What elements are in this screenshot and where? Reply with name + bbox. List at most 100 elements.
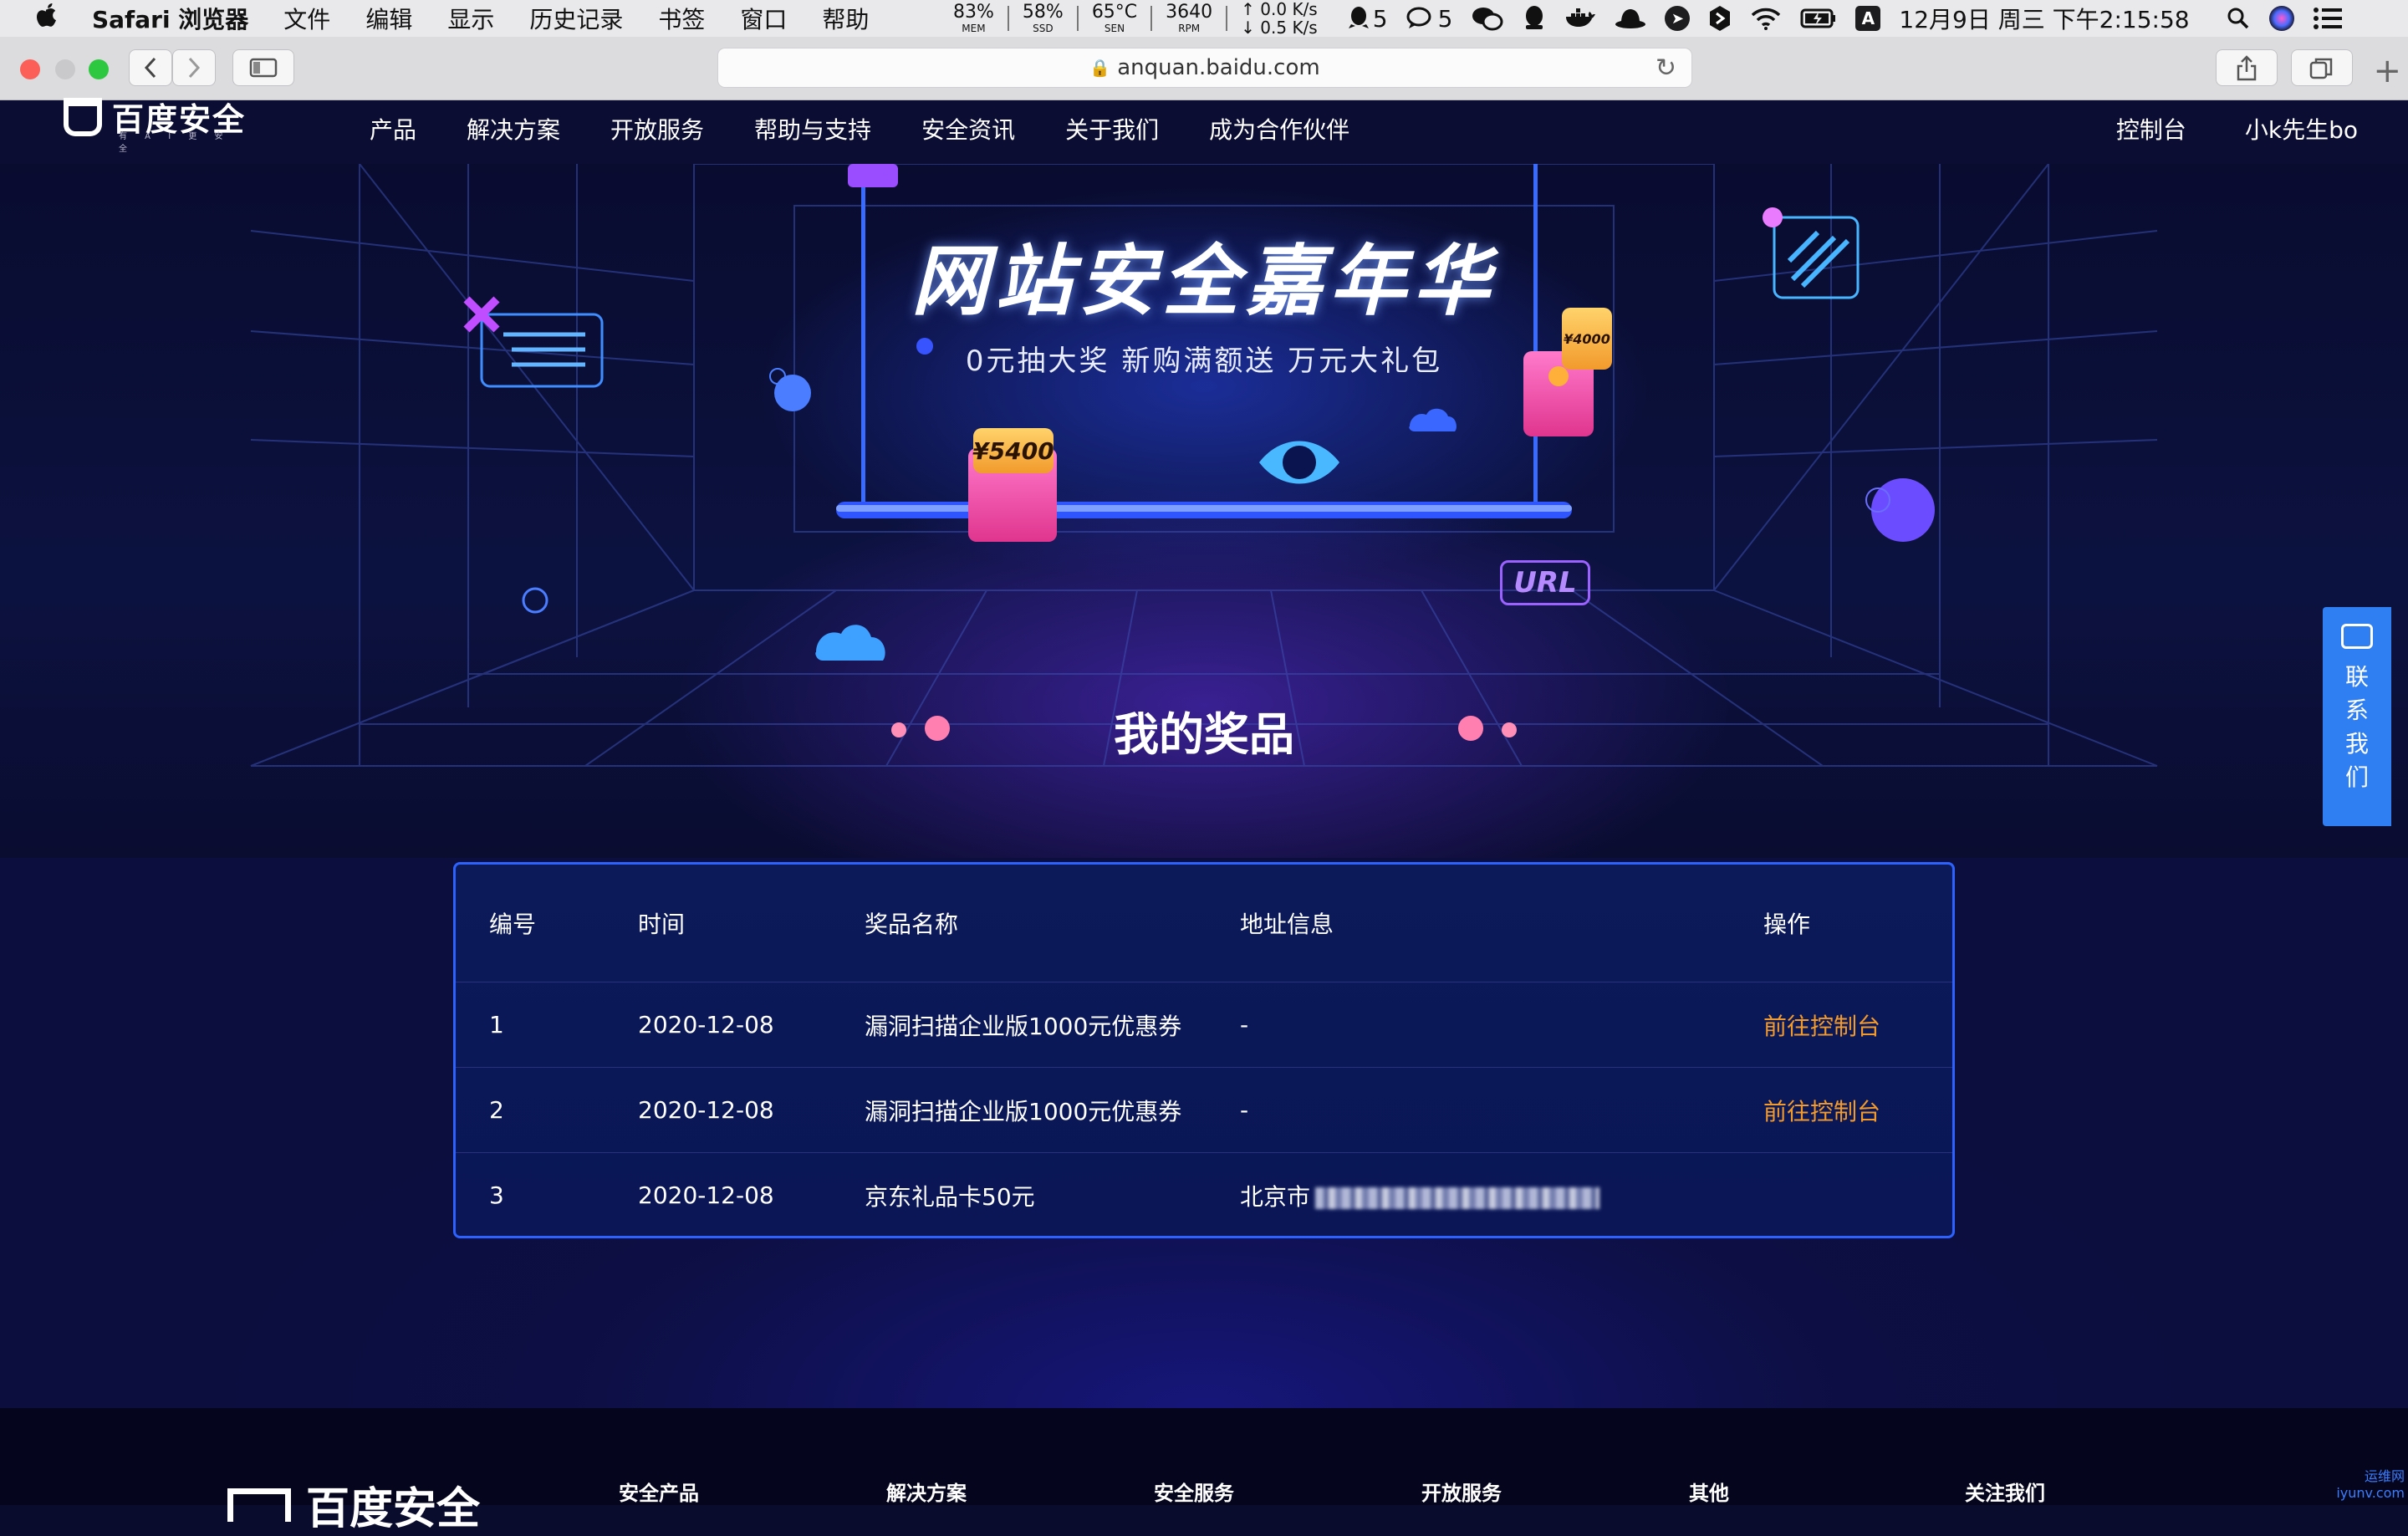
docker-icon[interactable] [1564,7,1596,30]
cell-id: 1 [489,1011,504,1038]
footer-col-follow-us[interactable]: 关注我们 [1965,1477,2045,1506]
cell-prize-name: 漏洞扫描企业版1000元优惠券 [865,1012,1182,1040]
contact-us-label: 联系我们 [2344,663,2369,791]
footer-col-open-services[interactable]: 开放服务 [1421,1477,1502,1506]
tabs-overview-button[interactable] [2291,49,2353,86]
network-speed: ↑ 0.0 K/s ↓ 0.5 K/s [1241,0,1318,37]
contact-us-button[interactable]: 联系我们 [2323,607,2391,826]
status-area: 83% MEM 58% SSD 65°C SEN 3640 RPM ↑ 0.0 K/s … [953,0,2360,37]
reload-icon[interactable]: ↻ [1656,54,1676,83]
chat-bubble-icon[interactable]: 5 [1406,5,1452,33]
nav-security-news[interactable]: 安全资讯 [921,112,1015,145]
back-button[interactable] [129,49,172,86]
hat-icon[interactable] [1615,8,1646,29]
logo-slogan: 有 A I 更 安 全 [119,132,231,154]
nav-open-services[interactable]: 开放服务 [610,112,704,145]
minimize-window-button[interactable] [55,59,75,79]
wechat-icon[interactable] [1471,5,1504,32]
message-icon [2341,624,2373,649]
cell-time: 2020-12-08 [638,1096,774,1124]
user-name[interactable]: 小k先生bo [2245,112,2358,145]
nav-console[interactable]: 控制台 [2116,112,2186,145]
qq-icon[interactable]: 5 [1348,5,1388,33]
zoom-window-button[interactable] [89,59,109,79]
menu-edit[interactable]: 编辑 [365,2,412,35]
cell-id: 2 [489,1096,504,1124]
forward-button[interactable] [172,49,216,86]
coupon-5400: ¥5400 [972,428,1054,473]
col-header-prize-name: 奖品名称 [865,911,959,938]
lock-icon: 🔒 [1089,58,1111,78]
cell-prize-name: 京东礼品卡50元 [865,1182,1035,1211]
url-text: anquan.baidu.com [1117,55,1320,80]
notification-center-icon[interactable] [2313,8,2342,29]
cell-time: 2020-12-08 [638,1181,774,1209]
shield-tool-icon[interactable] [1708,5,1732,32]
divider [1076,6,1079,31]
redacted-address [1315,1186,1600,1209]
new-tab-icon[interactable]: + [2373,52,2401,90]
ssd-stat: 58% SSD [1022,2,1064,34]
site-footer: 百度安全 安全产品 解决方案 安全服务 开放服务 其他 关注我们 运维网 iyu… [0,1408,2408,1534]
net-upload: ↑ 0.0 K/s [1241,0,1318,19]
footer-col-products[interactable]: 安全产品 [619,1477,699,1506]
tabs-icon [2309,58,2333,79]
footer-col-services[interactable]: 安全服务 [1154,1477,1234,1506]
menu-view[interactable]: 显示 [447,2,494,35]
menu-app-name[interactable]: Safari 浏览器 [92,2,248,35]
menu-window[interactable]: 窗口 [740,2,787,35]
baidu-security-logo[interactable]: 百度安全 有 A I 更 安 全 [64,94,246,154]
table-row: 1 2020-12-08 漏洞扫描企业版1000元优惠券 - 前往控制台 [456,982,1952,1067]
my-prizes-title: 我的奖品 [1114,708,1294,761]
site-header: 百度安全 有 A I 更 安 全 产品 解决方案 开放服务 帮助与支持 安全资讯… [0,97,2408,164]
go-to-console-link[interactable]: 前往控制台 [1763,1008,1880,1042]
spotlight-search-icon[interactable] [2227,7,2250,30]
footer-col-solutions[interactable]: 解决方案 [886,1477,967,1506]
qq-count: 5 [1372,4,1388,33]
chevron-left-icon [144,57,156,79]
menu-file[interactable]: 文件 [283,2,330,35]
main-nav: 产品 解决方案 开放服务 帮助与支持 安全资讯 关于我们 成为合作伙伴 [370,112,1400,145]
menu-bookmarks[interactable]: 书签 [658,2,705,35]
cell-address: - [1240,1011,1249,1038]
envelope-seal [1548,366,1569,386]
nav-help-support[interactable]: 帮助与支持 [754,112,871,145]
chevron-right-icon [188,57,201,79]
battery-icon[interactable] [1800,8,1837,28]
cell-id: 3 [489,1181,504,1209]
user-nav: 控制台 小k先生bo [2058,112,2358,145]
url-tag: URL [1500,560,1590,605]
browser-toolbar: 🔒 anquan.baidu.com ↻ + [0,37,2408,100]
hero-banner: 网站安全嘉年华 0元抽大奖 新购满额送 万元大礼包 ¥5400 ¥4000 UR… [0,164,2408,858]
go-to-console-link[interactable]: 前往控制台 [1763,1094,1880,1127]
send-icon[interactable]: ➤ [1665,6,1691,31]
nav-about-us[interactable]: 关于我们 [1065,112,1159,145]
sidebar-toggle-button[interactable] [232,49,294,86]
menu-history[interactable]: 历史记录 [529,2,623,35]
clock[interactable]: 12月9日 周三 下午2:15:58 [1899,2,2189,35]
table-row: 3 2020-12-08 京东礼品卡50元 北京市 [456,1152,1952,1237]
share-button[interactable] [2216,49,2278,86]
watermark-bottom: iyunv.com [2336,1485,2405,1501]
macos-menu-bar: Safari 浏览器 文件 编辑 显示 历史记录 书签 窗口 帮助 83% MEM… [0,0,2408,37]
wifi-icon[interactable] [1750,6,1782,31]
table-header-row: 编号 时间 奖品名称 地址信息 操作 [456,865,1952,982]
watermark: 运维网 iyunv.com [2336,1465,2405,1501]
logo-shield-icon [64,97,102,136]
close-window-button[interactable] [20,59,40,79]
apple-icon[interactable] [33,2,64,36]
watermark-top: 运维网 [2364,1468,2405,1484]
footer-col-other[interactable]: 其他 [1689,1477,1729,1506]
menu-help[interactable]: 帮助 [822,2,869,35]
nav-solutions[interactable]: 解决方案 [467,112,560,145]
col-header-time: 时间 [638,911,686,938]
address-city: 北京市 [1240,1182,1311,1211]
input-method-icon[interactable]: A [1855,6,1881,31]
nav-products[interactable]: 产品 [370,112,416,145]
siri-icon[interactable] [2268,5,2295,32]
col-header-address: 地址信息 [1240,911,1334,938]
prizes-table: 编号 时间 奖品名称 地址信息 操作 1 2020-12-08 漏洞扫描企业版1… [453,862,1955,1238]
nav-become-partner[interactable]: 成为合作伙伴 [1209,112,1349,145]
qq-penguin-icon[interactable] [1523,5,1546,32]
address-bar[interactable]: 🔒 anquan.baidu.com ↻ [717,48,1692,88]
